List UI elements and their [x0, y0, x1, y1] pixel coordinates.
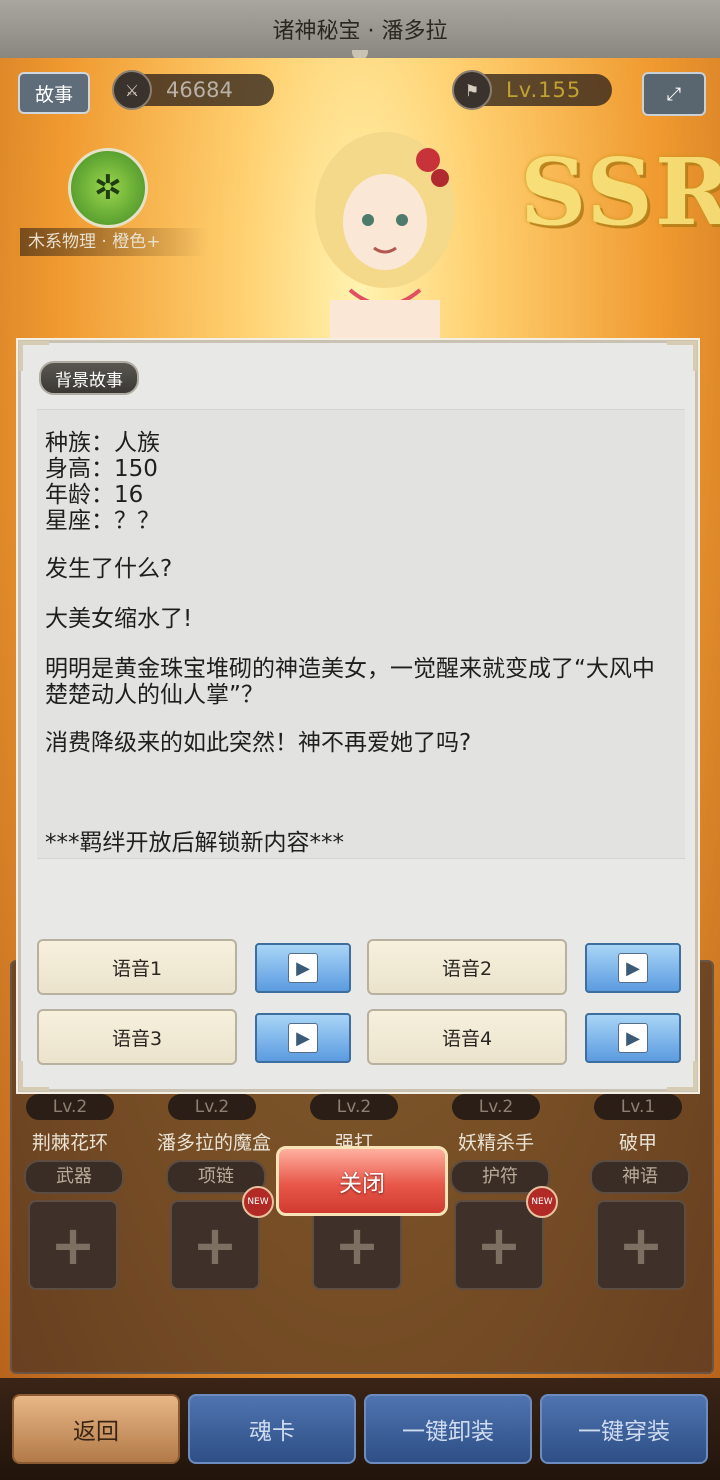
corner-ornament [667, 341, 697, 371]
level-display: ⚑ Lv.155 [452, 70, 612, 110]
rarity-badge: SSR [520, 138, 720, 246]
plus-icon: + [50, 1213, 96, 1277]
story-button[interactable]: 故事 [18, 72, 90, 114]
expand-arrows-icon: ⤢ [666, 83, 682, 105]
unlock-hint: ***羁绊开放后解锁新内容*** [45, 830, 344, 856]
story-text-area: 种族：人族 身高：150 年龄：16 星座：？？ 发生了什么? 大美女缩水了! … [37, 409, 685, 859]
plus-icon: + [192, 1213, 238, 1277]
story-line: 大美女缩水了! [45, 606, 193, 632]
story-line: 消费降级来的如此突然！神不再爱她了吗? [45, 730, 472, 756]
story-modal: 背景故事 种族：人族 身高：150 年龄：16 星座：？？ 发生了什么? 大美女… [18, 340, 698, 1092]
play-icon: ▶ [618, 1023, 648, 1053]
new-badge: NEW [242, 1186, 274, 1218]
slot-level: Lv.2 [26, 1094, 114, 1120]
crossed-swords-icon: ⚔ [112, 70, 152, 110]
play-icon: ▶ [618, 953, 648, 983]
slot-level: Lv.2 [168, 1094, 256, 1120]
slot-level: Lv.2 [452, 1094, 540, 1120]
new-badge: NEW [526, 1186, 558, 1218]
play-voice-2-button[interactable]: ▶ [585, 943, 681, 993]
slot-name: 荆棘花环 [31, 1132, 108, 1154]
title-bar: 诸神秘宝 · 潘多拉 [0, 0, 720, 60]
slot-type: 神语 [590, 1160, 690, 1194]
expand-button[interactable]: ⤢ [642, 72, 706, 116]
equipment-slot[interactable]: + [596, 1200, 686, 1290]
story-line: 身高：150 [45, 456, 158, 482]
slot-level: Lv.2 [310, 1094, 398, 1120]
wood-element-icon[interactable]: ✲ [68, 148, 148, 228]
unequip-all-button[interactable]: 一键卸装 [364, 1394, 532, 1464]
voice-3-button[interactable]: 语音3 [37, 1009, 237, 1065]
power-display: ⚔ 46684 [112, 70, 274, 110]
story-line: 种族：人族 [45, 430, 160, 456]
play-voice-1-button[interactable]: ▶ [255, 943, 351, 993]
plus-icon: + [476, 1213, 522, 1277]
equip-all-button[interactable]: 一键穿装 [540, 1394, 708, 1464]
element-label: 木系物理 · 橙色+ [20, 228, 208, 256]
back-button[interactable]: 返回 [12, 1394, 180, 1464]
slot-name: 破甲 [618, 1132, 657, 1154]
corner-ornament [667, 1061, 697, 1091]
close-button[interactable]: 关闭 [276, 1146, 448, 1216]
slot-type: 武器 [24, 1160, 124, 1194]
voice-2-button[interactable]: 语音2 [367, 939, 567, 995]
level-flag-icon: ⚑ [452, 70, 492, 110]
story-line: 发生了什么? [45, 556, 173, 582]
corner-ornament [19, 1061, 49, 1091]
soul-card-button[interactable]: 魂卡 [188, 1394, 356, 1464]
story-line: 星座：？？ [45, 508, 160, 534]
play-icon: ▶ [288, 1023, 318, 1053]
background-story-tab[interactable]: 背景故事 [39, 361, 139, 395]
plus-icon: + [334, 1213, 380, 1277]
slot-name: 潘多拉的魔盒 [156, 1132, 271, 1154]
power-value: 46684 [166, 78, 233, 102]
level-value: Lv.155 [506, 78, 582, 102]
character-portrait [315, 132, 455, 340]
slot-level: Lv.1 [594, 1094, 682, 1120]
voice-4-button[interactable]: 语音4 [367, 1009, 567, 1065]
story-line: 年龄：16 [45, 482, 144, 508]
play-voice-4-button[interactable]: ▶ [585, 1013, 681, 1063]
play-voice-3-button[interactable]: ▶ [255, 1013, 351, 1063]
voice-1-button[interactable]: 语音1 [37, 939, 237, 995]
equipment-slot[interactable]: + [28, 1200, 118, 1290]
plus-icon: + [618, 1213, 664, 1277]
story-line: 明明是黄金珠宝堆砌的神造美女，一觉醒来就变成了“大风中楚楚动人的仙人掌”？ [45, 656, 655, 708]
page-title: 诸神秘宝 · 潘多拉 [272, 19, 448, 44]
play-icon: ▶ [288, 953, 318, 983]
